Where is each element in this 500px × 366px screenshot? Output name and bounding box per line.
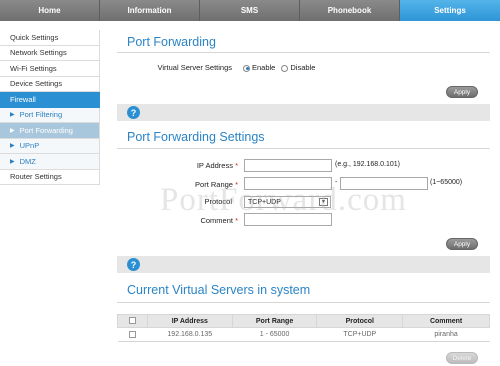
virtual-servers-table: IP Address Port Range Protocol Comment 1… xyxy=(117,314,490,342)
column-ip-address: IP Address xyxy=(146,314,233,328)
sidebar-item-wifi-settings[interactable]: Wi-Fi Settings xyxy=(0,61,100,77)
tab-information[interactable]: Information xyxy=(100,0,200,21)
sidebar-item-label: Router Settings xyxy=(10,172,62,182)
virtual-server-label: Virtual Server Settings xyxy=(157,63,232,72)
sidebar-item-network-settings[interactable]: Network Settings xyxy=(0,45,100,61)
page-title: Port Forwarding xyxy=(127,35,216,49)
radio-unchecked-icon xyxy=(281,64,289,72)
disable-label: Disable xyxy=(290,63,316,72)
sidebar-item-label: Port Forwarding xyxy=(19,125,73,135)
tab-sms[interactable]: SMS xyxy=(200,0,300,21)
servers-title: Current Virtual Servers in system xyxy=(127,283,311,297)
sidebar-item-label: Device Settings xyxy=(10,79,63,89)
checkbox-icon xyxy=(128,317,136,325)
question-icon[interactable]: ? xyxy=(127,258,140,271)
row-port-range: 1 - 65000 xyxy=(232,327,317,342)
row-comment: piranha xyxy=(402,327,490,342)
sidebar-item-device-settings[interactable]: Device Settings xyxy=(0,76,100,92)
sidebar-item-label: Quick Settings xyxy=(10,32,59,42)
settings-title: Port Forwarding Settings xyxy=(127,130,265,144)
sidebar-item-router-settings[interactable]: Router Settings xyxy=(0,169,100,185)
column-comment: Comment xyxy=(402,314,490,328)
help-bar: ? xyxy=(117,104,490,121)
tab-home[interactable]: Home xyxy=(0,0,100,21)
disable-radio[interactable]: Disable xyxy=(281,63,315,72)
tab-phonebook[interactable]: Phonebook xyxy=(300,0,400,21)
select-all-checkbox[interactable] xyxy=(117,314,148,328)
divider xyxy=(117,148,490,149)
chevron-right-icon: ▶ xyxy=(10,158,15,165)
radio-checked-icon xyxy=(243,64,250,72)
port-range-hint: (1~65000) xyxy=(430,179,463,186)
sidebar-item-label: UPnP xyxy=(19,141,40,151)
virtual-server-radio-group: Enable Disable xyxy=(243,63,315,72)
watermark: PortForward.com xyxy=(160,182,407,218)
row-checkbox[interactable] xyxy=(117,327,148,342)
sidebar-item-port-filtering[interactable]: ▶ Port Filtering xyxy=(0,107,100,123)
chevron-right-icon: ▶ xyxy=(10,112,15,119)
chevron-right-icon: ▶ xyxy=(10,127,15,134)
divider xyxy=(117,302,490,303)
table-header: IP Address Port Range Protocol Comment xyxy=(117,314,490,328)
sidebar-item-upnp[interactable]: ▶ UPnP xyxy=(0,138,100,154)
sidebar-item-firewall[interactable]: Firewall xyxy=(0,92,100,108)
ip-address-input[interactable] xyxy=(244,159,332,172)
divider xyxy=(117,52,490,53)
question-icon[interactable]: ? xyxy=(127,106,140,119)
sidebar-item-port-forwarding[interactable]: ▶ Port Forwarding xyxy=(0,123,100,139)
apply-button[interactable]: Apply xyxy=(446,86,478,98)
tab-settings[interactable]: Settings xyxy=(400,0,500,21)
table-row: 192.168.0.135 1 - 65000 TCP+UDP piranha xyxy=(117,327,490,342)
apply-button[interactable]: Apply xyxy=(446,238,478,250)
sidebar: Quick Settings Network Settings Wi-Fi Se… xyxy=(0,30,100,185)
sidebar-item-label: Wi-Fi Settings xyxy=(10,63,57,73)
sidebar-item-label: Firewall xyxy=(10,94,36,104)
column-port-range: Port Range xyxy=(231,314,318,328)
delete-button[interactable]: Delete xyxy=(446,352,478,364)
chevron-right-icon: ▶ xyxy=(10,143,15,150)
top-nav: Home Information SMS Phonebook Settings xyxy=(0,0,500,21)
row-ip-address: 192.168.0.135 xyxy=(147,327,233,342)
row-protocol: TCP+UDP xyxy=(316,327,403,342)
checkbox-icon xyxy=(128,330,136,338)
sidebar-item-label: Network Settings xyxy=(10,48,67,58)
sidebar-item-quick-settings[interactable]: Quick Settings xyxy=(0,30,100,46)
enable-label: Enable xyxy=(252,63,276,72)
ip-address-hint: (e.g., 192.168.0.101) xyxy=(335,161,400,168)
enable-radio[interactable]: Enable xyxy=(243,63,275,72)
sidebar-item-label: DMZ xyxy=(19,156,36,166)
column-protocol: Protocol xyxy=(316,314,404,328)
sidebar-item-label: Port Filtering xyxy=(19,110,63,120)
help-bar: ? xyxy=(117,256,490,273)
ip-address-label: IP Address * xyxy=(196,161,238,170)
sidebar-item-dmz[interactable]: ▶ DMZ xyxy=(0,154,100,170)
